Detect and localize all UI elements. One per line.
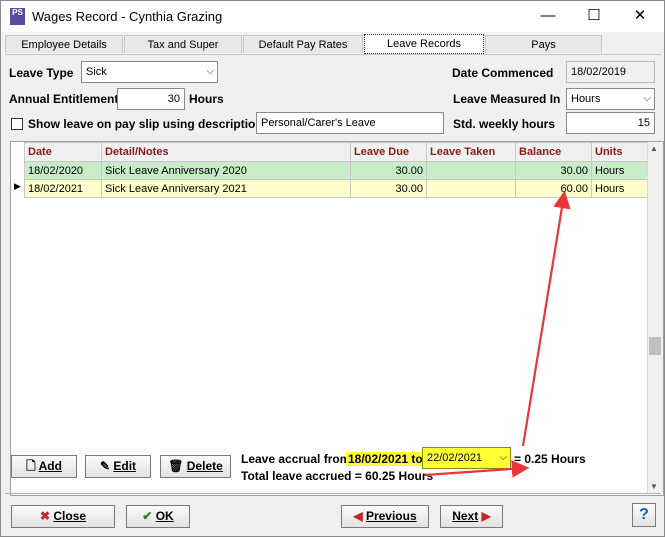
close-button-label: Close <box>53 509 87 523</box>
close-button[interactable]: ✖ Close <box>11 505 115 528</box>
next-button-label: Next <box>452 509 479 523</box>
annotation-arrows <box>424 190 571 478</box>
previous-button[interactable]: ◀ Previous <box>341 505 429 528</box>
help-button[interactable]: ? <box>632 503 656 527</box>
ok-button-label: OK <box>155 509 174 523</box>
previous-button-label: Previous <box>365 509 417 523</box>
close-x-icon: ✖ <box>39 509 51 523</box>
checkmark-icon: ✔ <box>142 509 153 523</box>
arrow-left-icon: ◀ <box>353 509 363 523</box>
ok-button[interactable]: ✔ OK <box>126 505 190 528</box>
arrow-to-balance <box>521 190 571 447</box>
arrow-right-icon: ▶ <box>481 509 491 523</box>
footer-bar: ✖ Close ✔ OK ◀ Previous Next ▶ ? <box>5 493 661 534</box>
wages-record-window: PS Wages Record - Cynthia Grazing — ☐ ✕ … <box>0 0 665 537</box>
arrow-to-result <box>424 460 530 478</box>
next-button[interactable]: Next ▶ <box>440 505 503 528</box>
